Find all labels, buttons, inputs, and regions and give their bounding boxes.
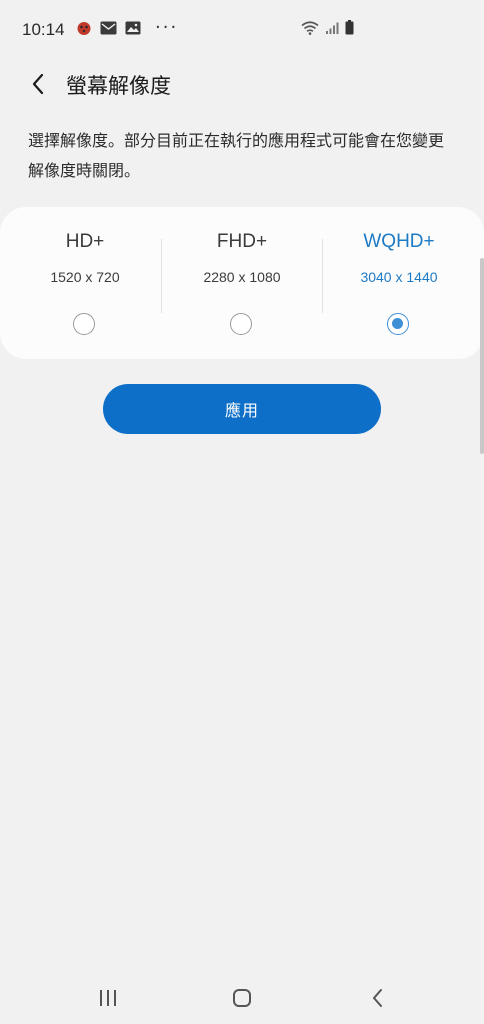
- radio-dot: [392, 318, 403, 329]
- recent-apps-icon: [100, 990, 116, 1006]
- mail-icon: [100, 21, 117, 35]
- status-time: 10:14: [22, 20, 65, 39]
- option-resolution: 1520 x 720: [50, 269, 120, 285]
- option-resolution: 3040 x 1440: [360, 269, 438, 285]
- resolution-option-fhd[interactable]: FHD+ 2280 x 1080: [162, 207, 322, 359]
- recent-apps-button[interactable]: [88, 982, 128, 1014]
- resolution-card: HD+ 1520 x 720 FHD+ 2280 x 1080 WQHD+ 30…: [0, 207, 484, 359]
- option-resolution: 2280 x 1080: [203, 269, 281, 285]
- resolution-option-wqhd[interactable]: WQHD+ 3040 x 1440: [319, 207, 479, 359]
- more-notifications-indicator: ···: [155, 17, 179, 38]
- scrollbar[interactable]: [480, 258, 484, 454]
- app-bar: 螢幕解像度: [0, 60, 484, 106]
- option-name: HD+: [65, 231, 105, 252]
- description-text: 選擇解像度。部分目前正在執行的應用程式可能會在您變更解像度時關閉。: [28, 131, 445, 180]
- status-icons-left: ···: [76, 17, 179, 38]
- navigation-bar: [0, 972, 484, 1024]
- status-icons-right: [301, 20, 354, 35]
- apply-button[interactable]: 應用: [103, 384, 381, 434]
- radio-button-selected[interactable]: [387, 313, 409, 335]
- radio-button[interactable]: [73, 313, 95, 335]
- app-notification-icon: [76, 20, 92, 36]
- chevron-left-icon: [32, 73, 44, 95]
- wifi-icon: [301, 20, 319, 35]
- resolution-option-hd[interactable]: HD+ 1520 x 720: [5, 207, 165, 359]
- home-icon: [233, 989, 251, 1007]
- screen: 10:14 ··· 螢幕解像度 選擇解像度。部分目前正在執行的應用程式可能會在您…: [0, 0, 484, 1024]
- radio-button[interactable]: [230, 313, 252, 335]
- signal-icon: [325, 21, 339, 35]
- image-icon: [125, 21, 141, 35]
- option-name: FHD+: [216, 231, 268, 252]
- back-icon: [373, 989, 382, 1007]
- page-title: 螢幕解像度: [66, 74, 171, 98]
- home-button[interactable]: [222, 982, 262, 1014]
- battery-icon: [345, 20, 354, 35]
- back-button[interactable]: [22, 68, 54, 100]
- option-name: WQHD+: [363, 231, 435, 252]
- nav-back-button[interactable]: [358, 982, 398, 1014]
- status-bar: 10:14 ···: [0, 0, 484, 60]
